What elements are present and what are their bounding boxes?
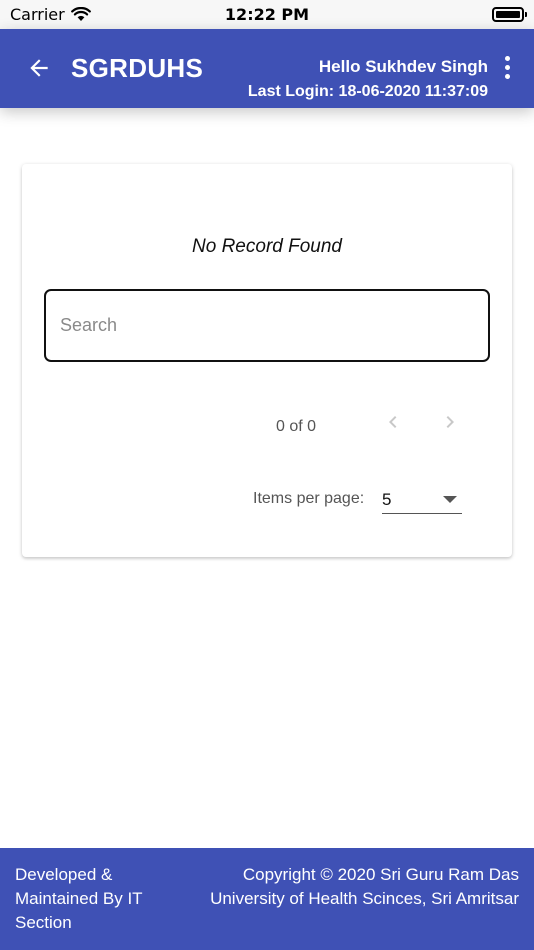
page-size-value: 5 [382,490,392,509]
user-greeting: Hello Sukhdev Singh [318,57,488,76]
dropdown-caret-icon [443,496,457,503]
battery-icon [492,7,527,22]
previous-page-icon[interactable] [381,410,405,434]
paginator-range-label: 0 of 0 [276,418,317,435]
app-title: SGRDUHS [71,53,204,83]
items-per-page-label: Items per page: [253,490,365,507]
last-login-info: Last Login: 18-06-2020 11:37:09 [247,83,488,100]
status-time: 12:22 PM [224,5,310,24]
empty-state-message: No Record Found [192,236,342,257]
app-footer: Developed & Maintained By IT Section Cop… [0,848,534,950]
back-arrow-icon[interactable] [26,55,52,81]
records-card: No Record Found 0 of 0 Items per page: 5 [22,164,512,557]
more-vert-icon[interactable] [500,56,514,82]
copyright-notice: Copyright © 2020 Sri Guru Ram Das Univer… [210,865,519,908]
developer-credit: Developed & Maintained By IT Section [15,865,143,932]
search-field[interactable] [44,289,490,362]
page-size-select[interactable]: 5 [382,486,462,514]
next-page-icon[interactable] [438,410,462,434]
search-input[interactable] [46,291,488,360]
app-header: SGRDUHS Hello Sukhdev Singh Last Login: … [0,29,534,108]
status-bar: Carrier 12:22 PM [0,0,534,29]
